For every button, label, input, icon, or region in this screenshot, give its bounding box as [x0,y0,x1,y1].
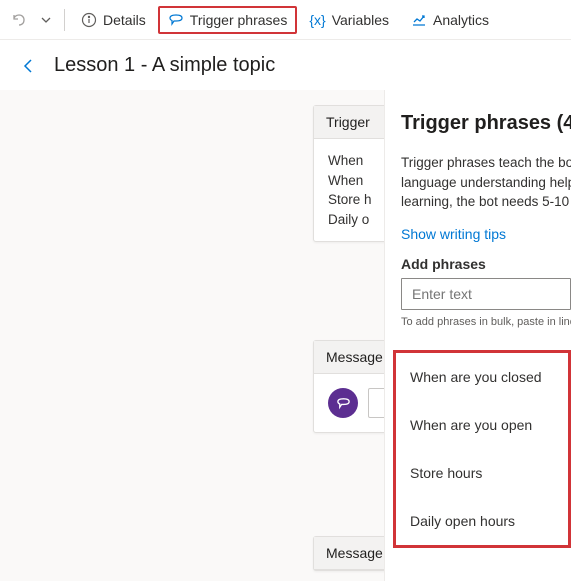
variables-label: Variables [332,12,389,28]
chevron-down-icon [40,14,52,26]
back-button[interactable] [20,57,38,75]
add-phrases-label: Add phrases [401,256,571,272]
top-toolbar: Details Trigger phrases {x} Variables An… [0,0,571,40]
back-arrow-icon [20,57,38,75]
desc-line: language understanding helps [401,173,571,193]
trigger-icon [168,12,184,28]
analytics-icon [411,12,427,28]
details-button[interactable]: Details [71,6,156,34]
phrase-item[interactable]: When are you closed [396,353,568,401]
chat-bubble-icon [328,388,358,418]
phrase-item[interactable]: When are you open [396,401,568,449]
analytics-button[interactable]: Analytics [401,6,499,34]
page-title: Lesson 1 - A simple topic [54,54,275,77]
desc-line: Trigger phrases teach the bot [401,153,571,173]
undo-button[interactable] [4,6,32,34]
analytics-label: Analytics [433,12,489,28]
panel-description: Trigger phrases teach the bot language u… [401,153,571,212]
info-icon [81,12,97,28]
add-phrase-input[interactable] [401,278,571,310]
variables-button[interactable]: {x} Variables [299,6,399,34]
page-header: Lesson 1 - A simple topic [0,40,571,95]
variables-icon: {x} [309,12,325,28]
trigger-phrases-panel: Trigger phrases (4) Trigger phrases teac… [384,90,571,581]
desc-line: learning, the bot needs 5-10 s [401,192,571,212]
writing-tips-link[interactable]: Show writing tips [401,226,506,242]
details-label: Details [103,12,146,28]
add-phrase-hint: To add phrases in bulk, paste in line-se… [401,316,571,328]
toolbar-divider [64,9,65,31]
phrase-list: When are you closed When are you open St… [393,350,571,548]
undo-icon [10,12,26,28]
dropdown-button[interactable] [34,8,58,32]
phrase-item[interactable]: Store hours [396,449,568,497]
phrase-item[interactable]: Daily open hours [396,497,568,545]
trigger-phrases-button[interactable]: Trigger phrases [158,6,298,34]
panel-title: Trigger phrases (4) [401,112,571,135]
trigger-phrases-label: Trigger phrases [190,12,288,28]
